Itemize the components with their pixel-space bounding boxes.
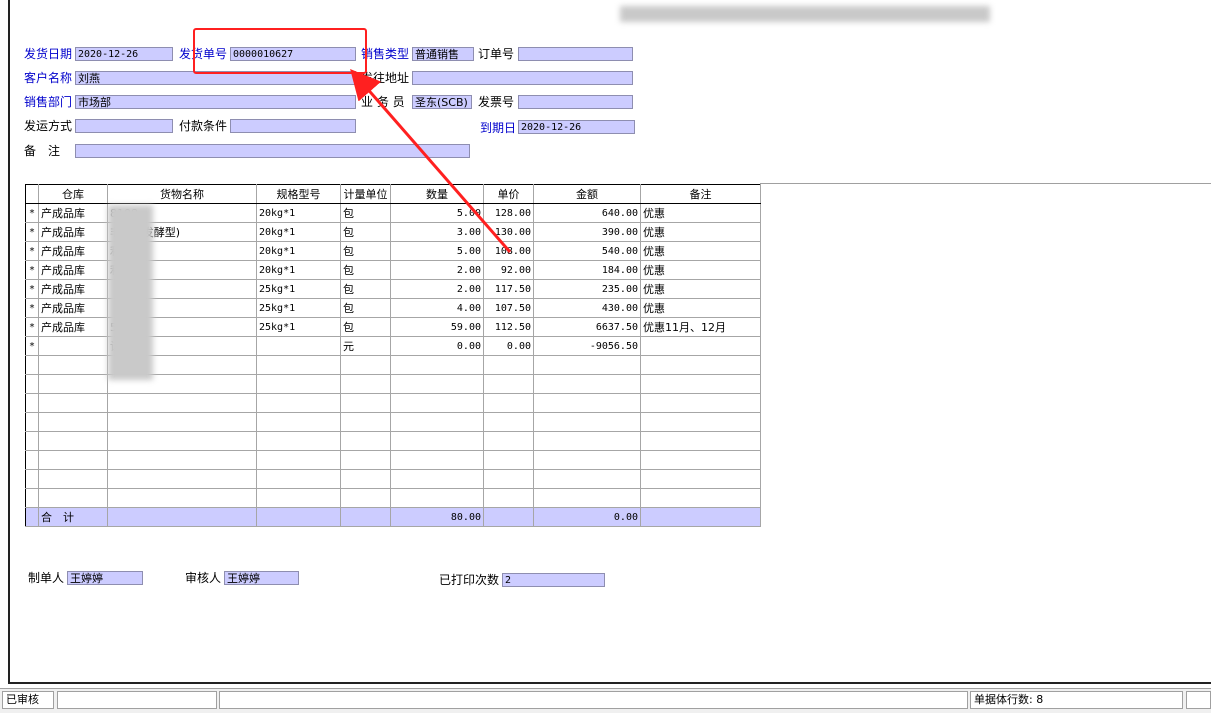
status-audit: 已审核 [2,691,54,709]
printed-count-label: 已打印次数 [439,573,500,587]
status-rowcount: 单据体行数: 8 [970,691,1183,709]
checker-field[interactable]: 王婷婷 [224,571,299,585]
annotation-arrow [350,68,512,253]
status-cell-2 [57,691,217,709]
printed-count-field[interactable]: 2 [502,573,605,587]
status-cell-5 [1186,691,1211,709]
maker-label: 制单人 [28,571,65,585]
maker-field[interactable]: 王婷婷 [67,571,143,585]
checker-label: 审核人 [185,571,222,585]
status-bar: 已审核 单据体行数: 8 [0,688,1211,713]
status-cell-3 [219,691,968,709]
